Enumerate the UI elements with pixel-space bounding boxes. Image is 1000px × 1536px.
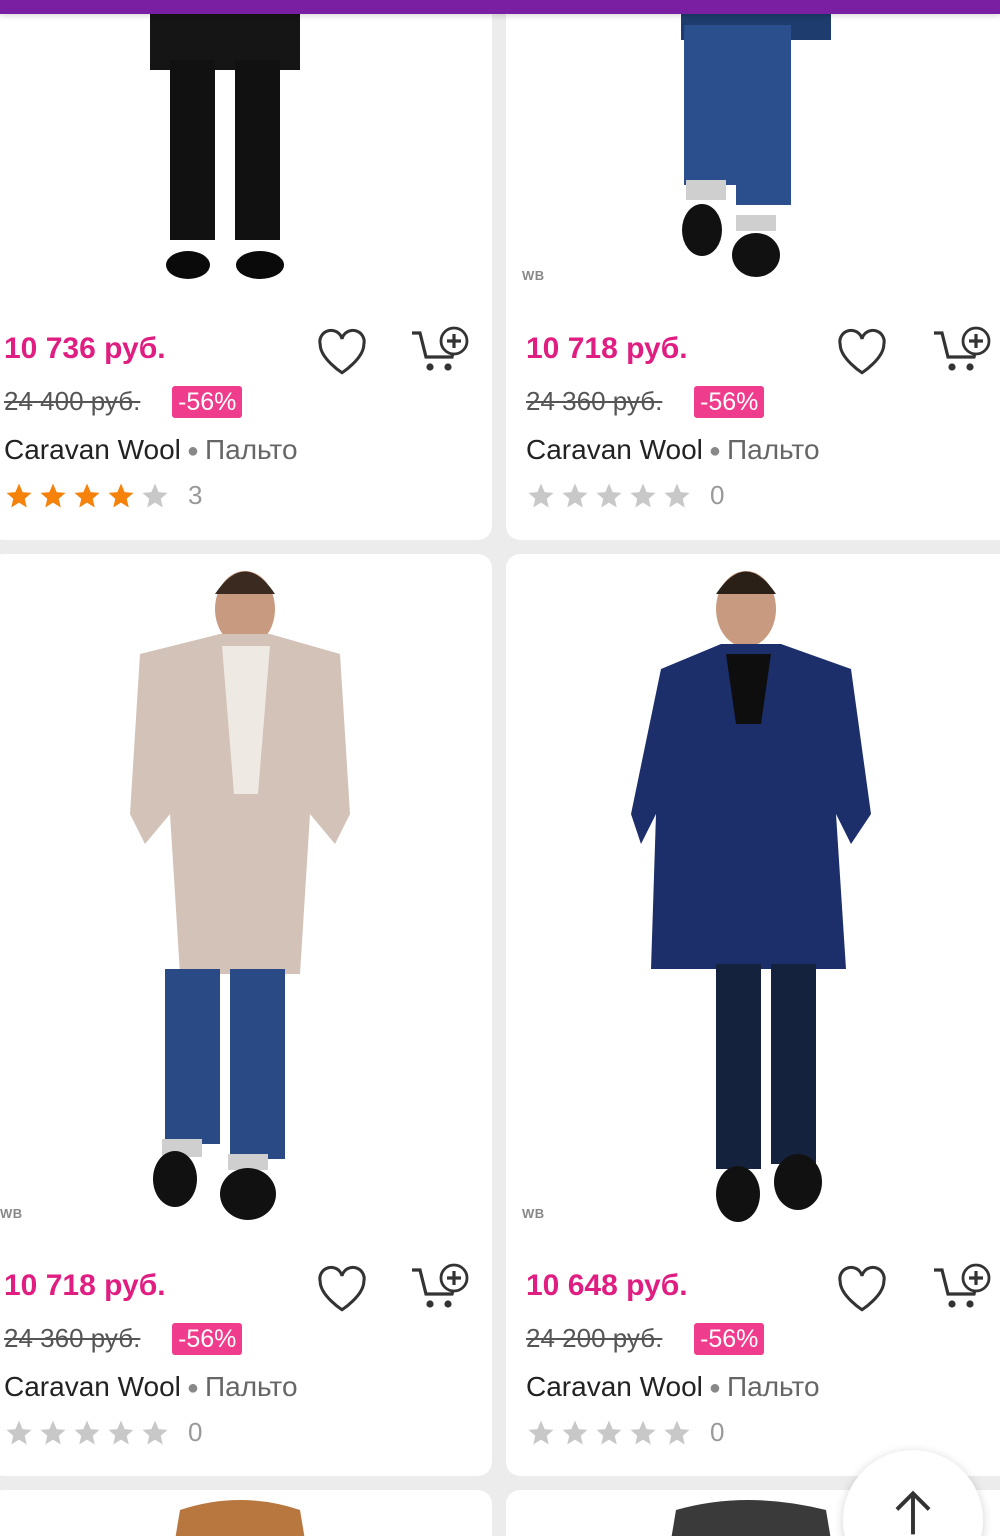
rating: 3: [4, 480, 202, 511]
star-icon: [142, 1420, 168, 1444]
old-price: 24 400 руб.: [4, 386, 141, 416]
star-icon: [74, 483, 100, 507]
top-app-bar: [0, 0, 1000, 14]
heart-icon: [318, 1265, 366, 1312]
product-card[interactable]: 10 736 руб. 24 400 руб. -56% Caravan Woo…: [0, 0, 492, 540]
star-icon: [596, 1420, 622, 1444]
star-icon: [142, 483, 168, 507]
heart-icon: [838, 328, 886, 375]
star-icon: [528, 483, 554, 507]
star-icon: [108, 483, 134, 507]
star-icon: [664, 1420, 690, 1444]
product-title[interactable]: Caravan Wool ● Пальто: [4, 1371, 298, 1403]
product-title[interactable]: Caravan Wool ● Пальто: [4, 434, 298, 466]
favorite-button[interactable]: [832, 1259, 892, 1319]
review-count: 0: [188, 1417, 203, 1447]
product-card[interactable]: WB 10 718 руб. 24 360 руб. -56% Caravan …: [506, 0, 1000, 540]
product-photo[interactable]: [0, 554, 492, 1244]
favorite-button[interactable]: [832, 322, 892, 382]
category-name: Пальто: [727, 434, 820, 465]
brand-name: Caravan Wool: [4, 1371, 181, 1402]
add-to-cart-button[interactable]: [932, 322, 992, 382]
watermark: WB: [522, 268, 545, 283]
product-card[interactable]: [0, 1490, 492, 1536]
cart-plus-icon: [412, 1263, 469, 1308]
star-icon: [664, 483, 690, 507]
price: 10 736 руб.: [4, 332, 166, 365]
star-icon: [596, 483, 622, 507]
star-icon: [528, 1420, 554, 1444]
price: 10 718 руб.: [526, 332, 688, 365]
discount-badge: -56%: [172, 1323, 243, 1355]
cart-plus-icon: [934, 1263, 991, 1308]
category-name: Пальто: [205, 1371, 298, 1402]
star-icon: [40, 483, 66, 507]
review-count: 0: [710, 1417, 725, 1447]
cart-plus-icon: [412, 326, 469, 371]
favorite-button[interactable]: [312, 1259, 372, 1319]
discount-badge: -56%: [694, 386, 765, 418]
star-icon: [6, 1420, 32, 1444]
category-name: Пальто: [727, 1371, 820, 1402]
watermark: WB: [0, 1206, 23, 1221]
star-icon: [562, 1420, 588, 1444]
product-photo[interactable]: [506, 0, 1000, 300]
star-icon: [74, 1420, 100, 1444]
cart-plus-icon: [934, 326, 991, 371]
arrow-up-icon: [895, 1490, 931, 1535]
review-count: 3: [188, 480, 203, 510]
product-card[interactable]: WB 10 718 руб. 24 360 руб. -56% Caravan …: [0, 554, 492, 1476]
product-photo[interactable]: [0, 0, 492, 300]
rating: 0: [526, 480, 724, 511]
brand-name: Caravan Wool: [4, 434, 181, 465]
star-icon: [630, 483, 656, 507]
product-card[interactable]: WB 10 648 руб. 24 200 руб. -56% Caravan …: [506, 554, 1000, 1476]
discount-badge: -56%: [694, 1323, 765, 1355]
star-icon: [40, 1420, 66, 1444]
separator-dot: ●: [708, 440, 721, 463]
add-to-cart-button[interactable]: [410, 1259, 470, 1319]
old-price: 24 360 руб.: [4, 1323, 141, 1353]
watermark: WB: [522, 1206, 545, 1221]
add-to-cart-button[interactable]: [932, 1259, 992, 1319]
brand-name: Caravan Wool: [526, 434, 703, 465]
star-icon: [108, 1420, 134, 1444]
brand-name: Caravan Wool: [526, 1371, 703, 1402]
heart-icon: [838, 1265, 886, 1312]
price: 10 648 руб.: [526, 1269, 688, 1302]
star-icon: [630, 1420, 656, 1444]
review-count: 0: [710, 480, 725, 510]
price: 10 718 руб.: [4, 1269, 166, 1302]
product-photo[interactable]: [506, 554, 1000, 1244]
rating: 0: [4, 1417, 202, 1448]
favorite-button[interactable]: [312, 322, 372, 382]
product-photo[interactable]: [0, 1490, 492, 1536]
product-title[interactable]: Caravan Wool ● Пальто: [526, 1371, 820, 1403]
separator-dot: ●: [708, 1377, 721, 1400]
add-to-cart-button[interactable]: [410, 322, 470, 382]
star-icon: [562, 483, 588, 507]
category-name: Пальто: [205, 434, 298, 465]
star-icon: [6, 483, 32, 507]
rating: 0: [526, 1417, 724, 1448]
heart-icon: [318, 328, 366, 375]
separator-dot: ●: [186, 440, 199, 463]
product-title[interactable]: Caravan Wool ● Пальто: [526, 434, 820, 466]
old-price: 24 200 руб.: [526, 1323, 663, 1353]
old-price: 24 360 руб.: [526, 386, 663, 416]
separator-dot: ●: [186, 1377, 199, 1400]
discount-badge: -56%: [172, 386, 243, 418]
